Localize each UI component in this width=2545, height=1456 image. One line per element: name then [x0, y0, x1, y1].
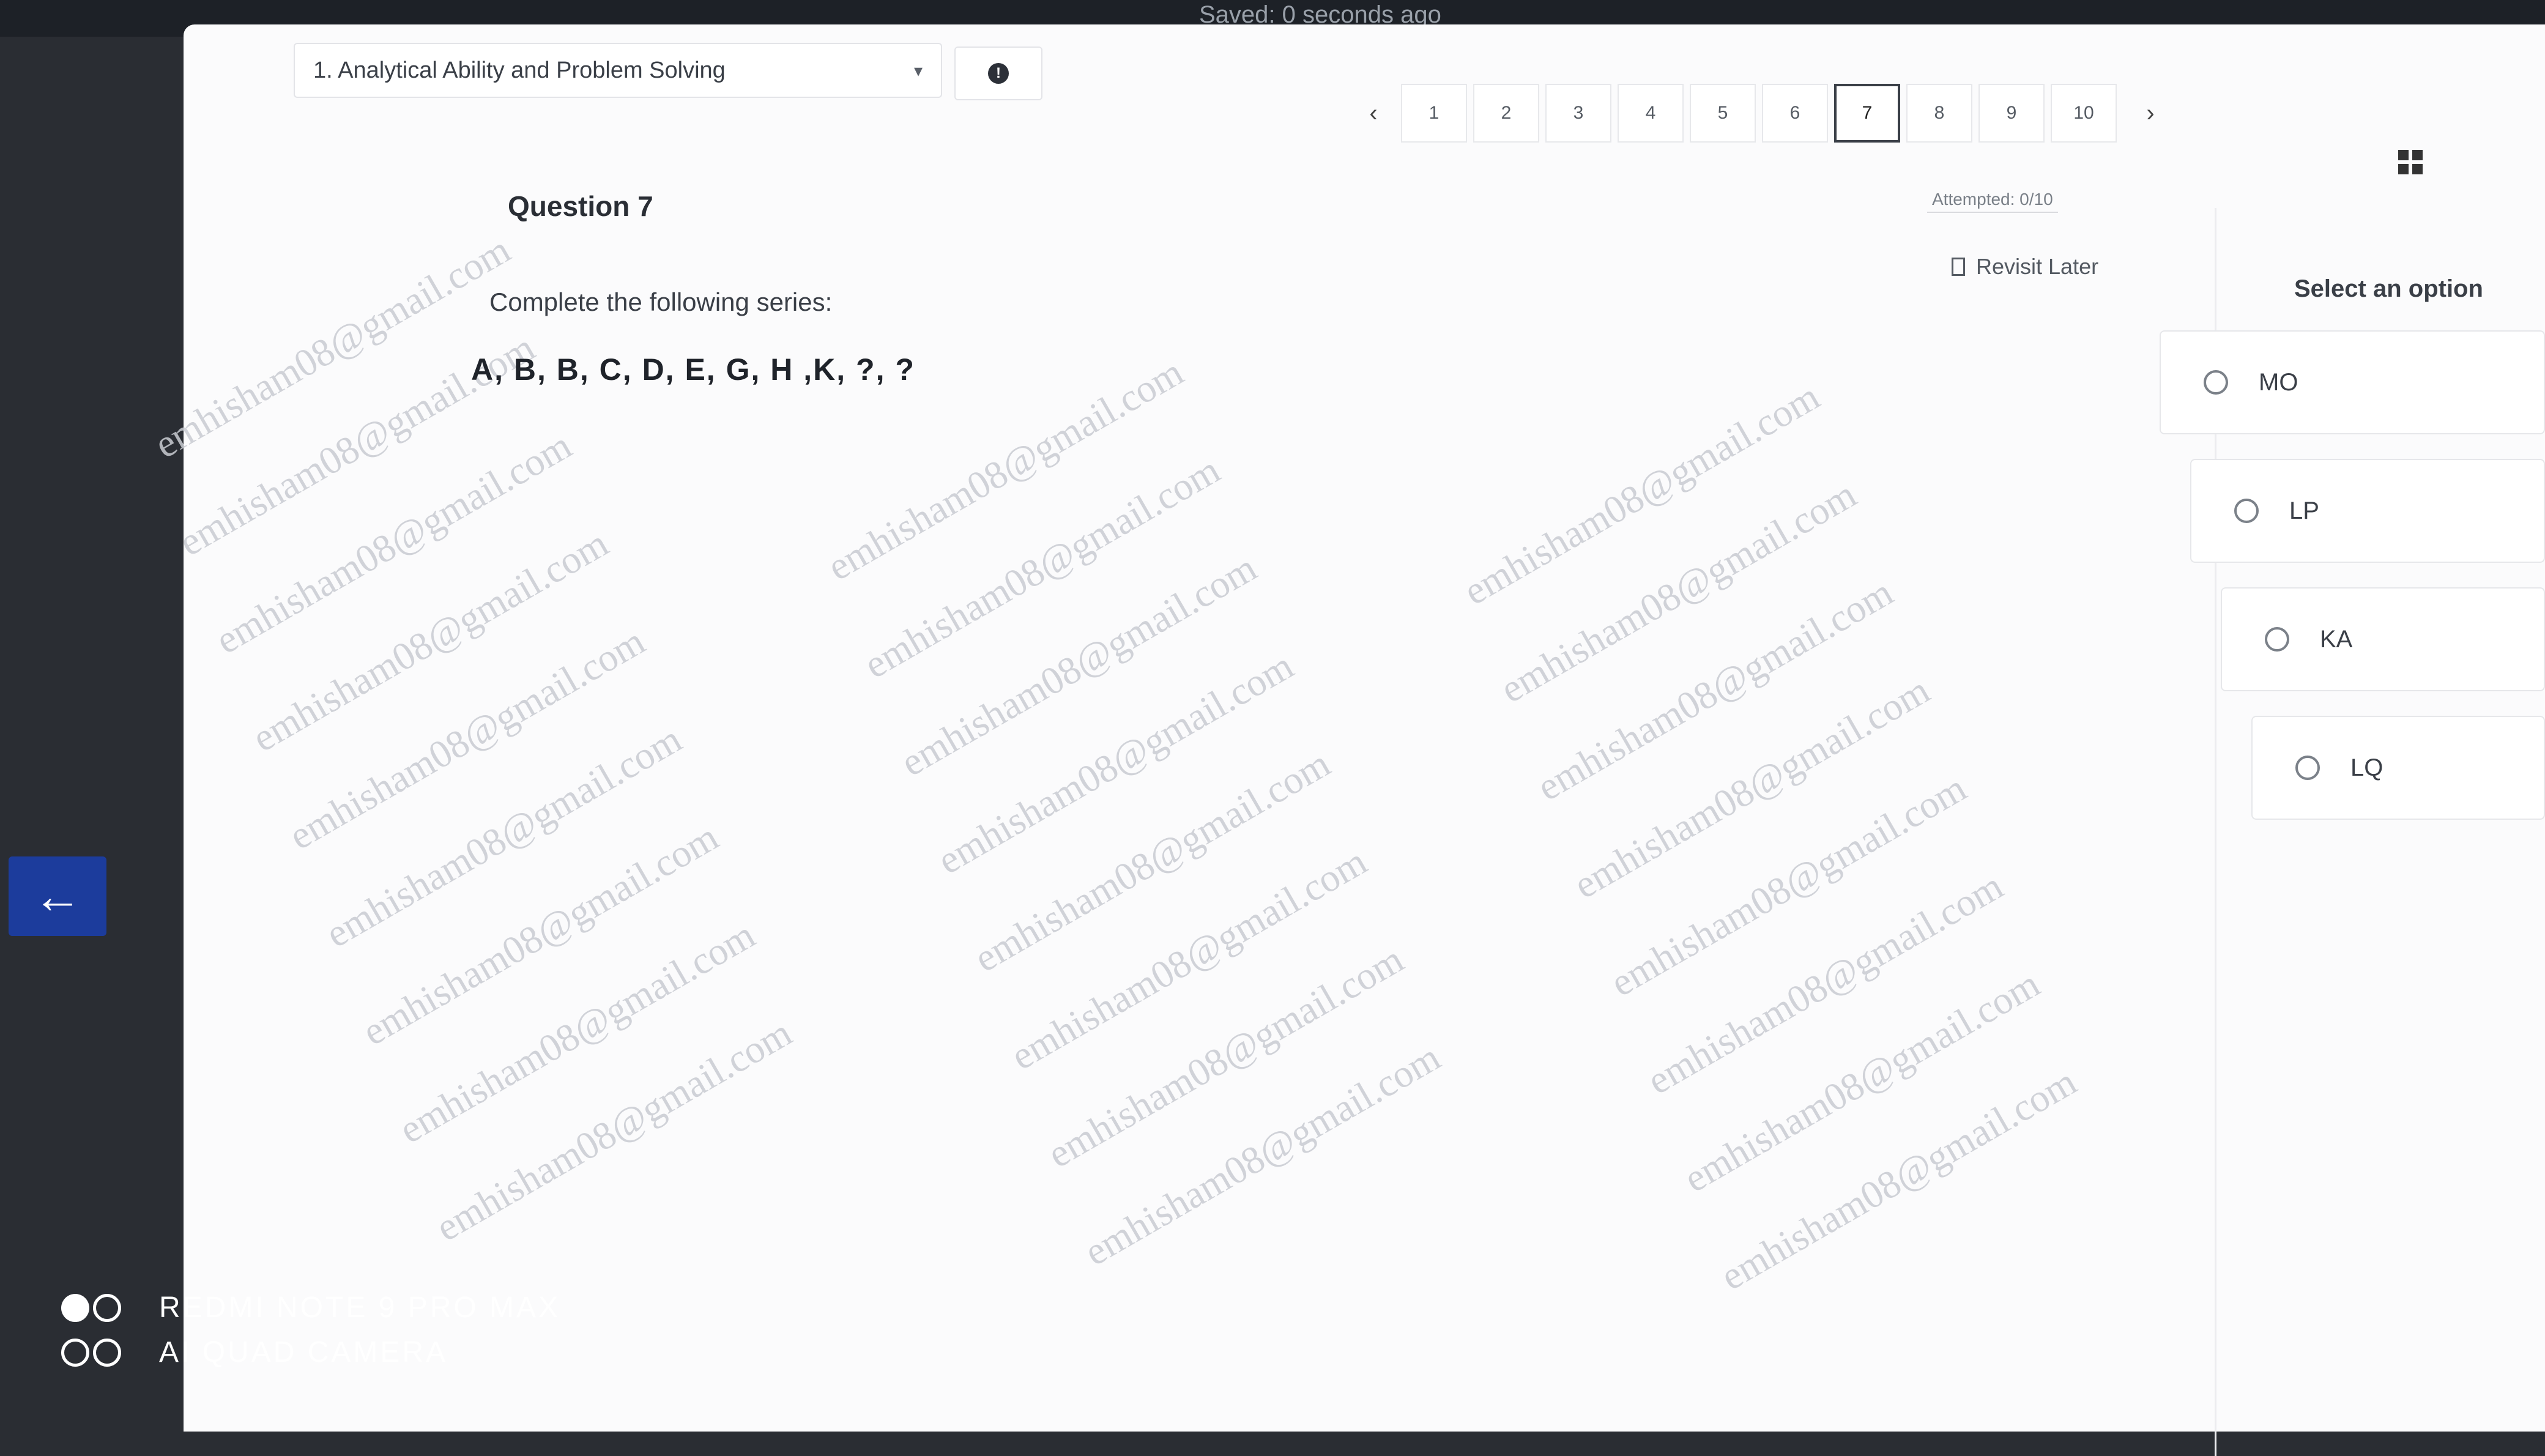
- page-button-5[interactable]: 5: [1690, 84, 1756, 143]
- camera-watermark: REDMI NOTE 9 PRO MAX AI QUAD CAMERA: [61, 1291, 560, 1380]
- radio-icon: [2265, 627, 2289, 652]
- camera-logo-icon: [61, 1293, 147, 1322]
- bookmark-icon: [1952, 258, 1965, 276]
- option-label: MO: [2259, 368, 2298, 396]
- camera-line-2: AI QUAD CAMERA: [159, 1336, 448, 1369]
- question-pager: ‹ 1 2 3 4 5 6 7 8 9 10 ›: [1346, 80, 2178, 147]
- info-icon: !: [988, 63, 1009, 84]
- option-label: LP: [2289, 497, 2319, 524]
- watermark-text: emhisham08@gmail.com: [1640, 863, 2010, 1103]
- watermark-text: emhisham08@gmail.com: [1077, 1034, 1447, 1274]
- question-series: A, B, B, C, D, E, G, H ,K, ?, ?: [471, 352, 915, 387]
- watermark-text: emhisham08@gmail.com: [1529, 570, 1900, 809]
- radio-icon: [2234, 499, 2259, 523]
- watermark-text: emhisham08@gmail.com: [147, 227, 518, 467]
- camera-line-1: REDMI NOTE 9 PRO MAX: [159, 1291, 561, 1324]
- page-button-1[interactable]: 1: [1401, 84, 1467, 143]
- back-button[interactable]: ←: [9, 856, 106, 936]
- grid-cell: [2398, 164, 2409, 174]
- watermark-text: emhisham08@gmail.com: [428, 1010, 799, 1250]
- page-button-6[interactable]: 6: [1762, 84, 1828, 143]
- watermark-text: emhisham08@gmail.com: [355, 814, 726, 1054]
- page-button-2[interactable]: 2: [1473, 84, 1539, 143]
- grid-cell: [2412, 150, 2423, 160]
- prev-page-button[interactable]: ‹: [1346, 100, 1401, 127]
- grid-view-icon[interactable]: [2398, 150, 2423, 174]
- watermark-text: emhisham08@gmail.com: [245, 521, 615, 760]
- option-4[interactable]: LQ: [2251, 716, 2545, 820]
- watermark-text: emhisham08@gmail.com: [1713, 1059, 2084, 1299]
- infinity-logo-icon: [61, 1338, 147, 1367]
- option-3[interactable]: KA: [2221, 587, 2545, 691]
- watermark-text: emhisham08@gmail.com: [208, 423, 579, 663]
- page-button-10[interactable]: 10: [2051, 84, 2117, 143]
- watermark-text: emhisham08@gmail.com: [1493, 472, 1863, 711]
- radio-icon: [2295, 756, 2320, 780]
- page-button-4[interactable]: 4: [1618, 84, 1684, 143]
- option-label: LQ: [2350, 754, 2383, 781]
- watermark-text: emhisham08@gmail.com: [1003, 839, 1374, 1079]
- grid-cell: [2398, 150, 2409, 160]
- attempted-count: Attempted: 0/10: [1927, 190, 2058, 213]
- section-label: 1. Analytical Ability and Problem Solvin…: [313, 57, 726, 83]
- next-page-button[interactable]: ›: [2123, 100, 2178, 127]
- watermark-text: emhisham08@gmail.com: [1040, 937, 1411, 1176]
- watermark-text: emhisham08@gmail.com: [1566, 667, 1937, 907]
- watermark-text: emhisham08@gmail.com: [856, 447, 1227, 687]
- watermark-text: emhisham08@gmail.com: [318, 716, 689, 956]
- info-button[interactable]: !: [954, 46, 1042, 100]
- watermark-text: emhisham08@gmail.com: [893, 545, 1264, 785]
- watermark-text: emhisham08@gmail.com: [392, 912, 762, 1152]
- watermark-text: emhisham08@gmail.com: [1676, 961, 2047, 1201]
- watermark-text: emhisham08@gmail.com: [967, 741, 1337, 981]
- page-button-3[interactable]: 3: [1545, 84, 1611, 143]
- grid-cell: [2412, 164, 2423, 174]
- question-title: Question 7: [508, 190, 653, 222]
- revisit-later-label: Revisit Later: [1976, 254, 2099, 279]
- option-1[interactable]: MO: [2160, 330, 2545, 434]
- page-button-9[interactable]: 9: [1978, 84, 2045, 143]
- exam-screen: emhisham08@gmail.com emhisham08@gmail.co…: [147, 24, 2545, 1456]
- option-2[interactable]: LP: [2190, 459, 2545, 563]
- chevron-down-icon: ▾: [913, 61, 923, 80]
- radio-icon: [2204, 370, 2228, 395]
- page-button-7[interactable]: 7: [1834, 84, 1900, 143]
- watermark-text: emhisham08@gmail.com: [930, 643, 1301, 883]
- revisit-later-button[interactable]: Revisit Later: [1952, 254, 2098, 280]
- page-button-8[interactable]: 8: [1906, 84, 1972, 143]
- watermark-text: emhisham08@gmail.com: [1456, 374, 1827, 614]
- option-label: KA: [2320, 625, 2353, 653]
- watermark-text: emhisham08@gmail.com: [1603, 765, 1974, 1005]
- options-heading: Select an option: [2294, 275, 2483, 302]
- section-dropdown[interactable]: 1. Analytical Ability and Problem Solvin…: [294, 43, 942, 98]
- watermark-text: emhisham08@gmail.com: [281, 618, 652, 858]
- question-prompt: Complete the following series:: [489, 288, 833, 316]
